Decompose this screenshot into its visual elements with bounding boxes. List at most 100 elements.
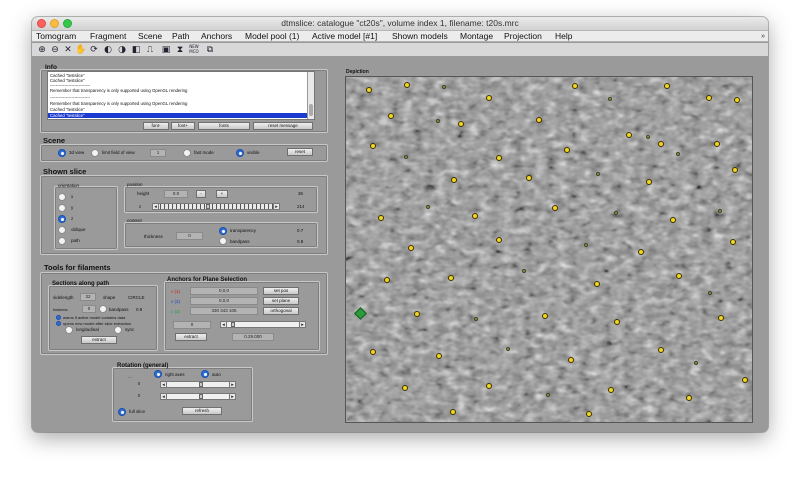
rotate-icon[interactable]: ⟳	[88, 44, 100, 56]
particle-marker[interactable]	[564, 147, 570, 153]
c3-field[interactable]: 330 343 105	[190, 307, 258, 315]
copy-icon[interactable]: ⧉	[204, 44, 216, 56]
tomogram-depiction[interactable]	[345, 76, 753, 423]
anchors-extract-button[interactable]: extract	[175, 333, 207, 341]
fonts-button[interactable]: fonts	[198, 122, 250, 130]
z-slider-right-arrow[interactable]: ▸	[273, 203, 280, 210]
particle-marker[interactable]	[451, 177, 457, 183]
save-icon[interactable]: ▣	[160, 44, 172, 56]
particle-marker[interactable]	[718, 209, 722, 213]
fast-mode-radio[interactable]	[183, 149, 191, 157]
particle-marker[interactable]	[614, 211, 618, 215]
height-field[interactable]: 0.0	[164, 190, 188, 198]
particle-marker[interactable]	[732, 167, 738, 173]
particle-marker[interactable]	[448, 275, 454, 281]
fit-icon[interactable]: ✕	[62, 44, 74, 56]
bandpass-radio[interactable]	[219, 237, 227, 245]
filter-icon[interactable]: ⧗	[174, 44, 186, 56]
particle-marker[interactable]	[384, 277, 390, 283]
menu-path[interactable]: Path	[172, 31, 190, 42]
particle-marker[interactable]	[670, 217, 676, 223]
orthogonal-button[interactable]: orthogonal	[263, 307, 299, 315]
particle-marker[interactable]	[584, 243, 588, 247]
particle-marker[interactable]	[658, 141, 664, 147]
height-plus-button[interactable]: +	[216, 190, 228, 198]
rotation-1-slider[interactable]: ◂ ▸	[160, 381, 236, 388]
particle-marker[interactable]	[486, 95, 492, 101]
auto-radio[interactable]	[201, 370, 209, 378]
contrast2-icon[interactable]: ◧	[130, 44, 142, 56]
particle-marker[interactable]	[596, 172, 600, 176]
particle-marker[interactable]	[472, 213, 478, 219]
particle-marker[interactable]	[486, 383, 492, 389]
particle-marker[interactable]	[522, 269, 526, 273]
particle-marker[interactable]	[646, 135, 650, 139]
font-plus-button[interactable]: font+	[171, 122, 195, 130]
z-slider-knob[interactable]	[206, 204, 210, 209]
particle-marker[interactable]	[526, 175, 532, 181]
orientation-y-radio[interactable]	[58, 204, 66, 212]
particle-marker[interactable]	[638, 249, 644, 255]
menu-active-model[interactable]: Active model [#1]	[312, 31, 377, 42]
particle-marker[interactable]	[676, 273, 682, 279]
particle-marker[interactable]	[608, 97, 612, 101]
anchor-slider-right-arrow[interactable]: ▸	[299, 321, 306, 328]
particle-marker[interactable]	[614, 319, 620, 325]
particle-marker[interactable]	[552, 205, 558, 211]
sections-thickness-field[interactable]: 0	[82, 305, 96, 313]
menu-fragment[interactable]: Fragment	[90, 31, 126, 42]
orientation-z-radio[interactable]	[58, 215, 66, 223]
menu-overflow-icon[interactable]: »	[761, 31, 765, 42]
particle-marker[interactable]	[370, 349, 376, 355]
particle-marker[interactable]	[646, 179, 652, 185]
particle-marker[interactable]	[506, 347, 510, 351]
particle-marker[interactable]	[402, 385, 408, 391]
reset-message-button[interactable]: reset message	[253, 122, 313, 130]
contrast-icon[interactable]: ◐	[102, 44, 114, 56]
transparency-radio[interactable]	[219, 227, 227, 235]
particle-marker[interactable]	[734, 97, 740, 103]
set-plane-button[interactable]: set plane	[263, 297, 299, 305]
rotation-1-right-arrow[interactable]: ▸	[229, 381, 236, 388]
particle-marker[interactable]	[404, 82, 410, 88]
rotation-2-slider[interactable]: ◂ ▸	[160, 393, 236, 400]
full-slice-radio[interactable]	[118, 408, 126, 416]
particle-marker[interactable]	[708, 291, 712, 295]
menu-model-pool[interactable]: Model pool (1)	[245, 31, 299, 42]
log-line-selected[interactable]: Cached "testslice"	[48, 113, 307, 118]
sidelength-field[interactable]: 32	[80, 293, 96, 301]
particle-marker[interactable]	[568, 357, 574, 363]
menu-tomogram[interactable]: Tomogram	[36, 31, 76, 42]
particle-marker[interactable]	[658, 347, 664, 353]
warn-checkbox[interactable]	[56, 315, 61, 320]
particle-marker[interactable]	[474, 317, 478, 321]
menu-anchors[interactable]: Anchors	[201, 31, 232, 42]
histogram-icon[interactable]: ⎍	[144, 44, 156, 56]
particle-marker[interactable]	[718, 315, 724, 321]
particle-marker[interactable]	[496, 155, 502, 161]
menu-shown-models[interactable]: Shown models	[392, 31, 448, 42]
particle-marker[interactable]	[436, 119, 440, 123]
particle-marker[interactable]	[694, 361, 698, 365]
particle-marker[interactable]	[686, 395, 692, 401]
particle-marker[interactable]	[388, 113, 394, 119]
rotation-1-left-arrow[interactable]: ◂	[160, 381, 167, 388]
rotation-2-left-arrow[interactable]: ◂	[160, 393, 167, 400]
orientation-x-radio[interactable]	[58, 193, 66, 201]
invert-icon[interactable]: ◑	[116, 44, 128, 56]
menu-projection[interactable]: Projection	[504, 31, 542, 42]
c2-field[interactable]: 0,0,0	[190, 297, 258, 305]
anchor-slider-knob[interactable]	[231, 322, 235, 327]
particle-marker[interactable]	[676, 152, 680, 156]
particle-marker[interactable]	[496, 237, 502, 243]
particle-marker[interactable]	[536, 117, 542, 123]
particle-marker[interactable]	[626, 132, 632, 138]
set-pos-button[interactable]: set pos	[263, 287, 299, 295]
anchor-offset-field[interactable]: 0	[173, 321, 211, 329]
log-scrollbar[interactable]	[307, 72, 314, 119]
right-axes-radio[interactable]	[154, 370, 162, 378]
particle-marker[interactable]	[594, 281, 600, 287]
font-minus-button[interactable]: font-	[143, 122, 169, 130]
rotation-2-knob[interactable]	[199, 394, 203, 399]
fov-value-field[interactable]: 1	[150, 149, 166, 157]
